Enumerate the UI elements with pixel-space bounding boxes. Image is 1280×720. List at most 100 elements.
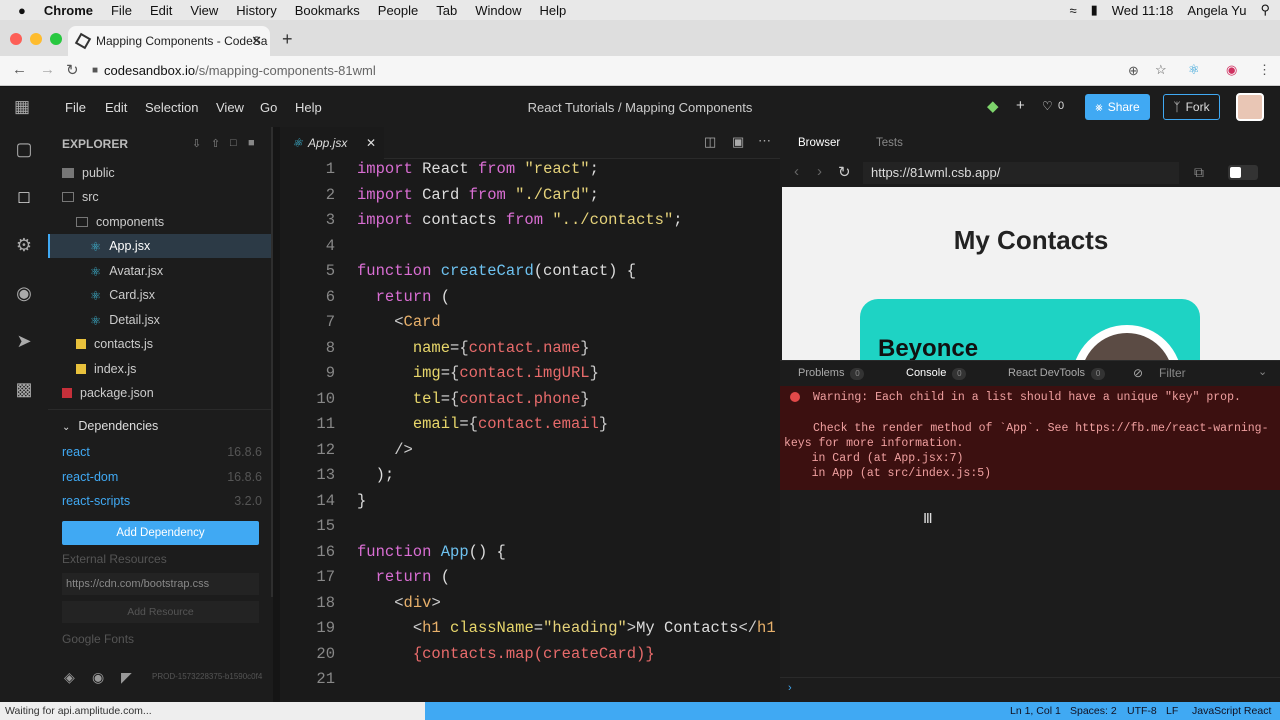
share-button[interactable]: ⨳ Share <box>1085 94 1150 120</box>
editor-tab-app-jsx[interactable]: ⚛ App.jsx ✕ <box>280 127 384 159</box>
plus-icon[interactable]: + <box>1016 97 1025 114</box>
chrome-menu-icon[interactable]: ⋮ <box>1258 62 1271 78</box>
add-resource-button[interactable]: Add Resource <box>62 601 259 623</box>
url-field[interactable]: codesandbox.io/s/mapping-components-81wm… <box>104 63 376 78</box>
tree-item-public[interactable]: public <box>48 161 273 185</box>
back-icon[interactable]: ‹ <box>794 163 799 180</box>
browser-tab[interactable]: Mapping Components - CodeSa ✕ <box>68 26 270 56</box>
menu-window[interactable]: Window <box>475 3 521 18</box>
dependency-react-dom[interactable]: react-dom 16.8.6 <box>62 470 262 484</box>
wifi-icon[interactable]: ≈ <box>1069 3 1076 18</box>
close-tab-icon[interactable]: ✕ <box>251 33 262 49</box>
add-icon[interactable]: ⊕ <box>1128 63 1139 79</box>
spectrum-icon[interactable]: ◤ <box>121 669 132 686</box>
github-footer-icon[interactable]: ◉ <box>92 669 104 686</box>
chevron-down-icon[interactable]: ⌄ <box>1258 365 1267 378</box>
toggle-icon[interactable] <box>1228 165 1258 180</box>
cube-icon[interactable]: ▢ <box>14 139 34 159</box>
code-line: 13 ); <box>280 466 780 492</box>
bookmark-star-icon[interactable]: ☆ <box>1155 62 1167 78</box>
profile-extension-icon[interactable]: ◉ <box>1226 62 1237 78</box>
battery-icon[interactable]: ▮ <box>1091 2 1098 18</box>
clock[interactable]: Wed 11:18 <box>1112 3 1174 18</box>
tab-tests[interactable]: Tests <box>876 137 903 149</box>
rocket-icon[interactable]: ➤ <box>14 331 34 351</box>
search-icon[interactable]: ⚲ <box>1260 2 1270 18</box>
new-tab-button[interactable]: + <box>282 29 293 50</box>
dependency-react[interactable]: react 16.8.6 <box>62 445 262 459</box>
code-line: 16 function App() { <box>280 543 780 569</box>
tree-item-src[interactable]: src <box>48 185 273 209</box>
explorer-sidebar: EXPLORER ⇩ ⇧ □ ■ public src components ⚛… <box>48 127 273 702</box>
user-name[interactable]: Angela Yu <box>1187 3 1246 18</box>
team-icon[interactable]: ▩ <box>14 379 34 399</box>
download-icon[interactable]: ⇩ <box>192 137 201 150</box>
back-icon[interactable]: ← <box>12 61 27 78</box>
new-folder-icon[interactable]: ■ <box>248 137 255 149</box>
add-dependency-button[interactable]: Add Dependency <box>62 521 259 545</box>
heart-icon[interactable]: ♡ <box>1042 99 1053 113</box>
menu-view[interactable]: View <box>190 3 218 18</box>
line-endings[interactable]: LF <box>1166 705 1178 717</box>
tree-item-label: contacts.js <box>94 337 154 351</box>
dependencies-header[interactable]: ⌄ Dependencies <box>62 419 158 433</box>
tree-item-card-jsx[interactable]: ⚛ Card.jsx <box>48 283 273 307</box>
close-window-button[interactable] <box>10 33 22 45</box>
tab-problems[interactable]: Problems 0 <box>798 367 865 380</box>
react-extension-icon[interactable]: ⚛ <box>1188 62 1200 78</box>
tab-console[interactable]: Console 0 <box>906 367 967 380</box>
external-resource-input[interactable]: https://cdn.com/bootstrap.css <box>62 573 259 595</box>
split-view-icon[interactable]: ◫ <box>704 134 716 150</box>
copy-icon[interactable]: ⧉ <box>1194 164 1204 181</box>
refresh-icon[interactable]: ↻ <box>838 163 851 181</box>
dependency-react-scripts[interactable]: react-scripts 3.2.0 <box>62 494 262 508</box>
encoding[interactable]: UTF-8 <box>1127 705 1157 717</box>
avatar[interactable] <box>1236 93 1264 121</box>
gear-icon[interactable]: ⚙ <box>14 235 34 255</box>
apple-icon[interactable]: ● <box>18 3 26 18</box>
indentation[interactable]: Spaces: 2 <box>1070 705 1117 717</box>
menu-app[interactable]: Chrome <box>44 3 93 18</box>
code-editor[interactable]: ⚛ App.jsx ✕ ◫ ▣ ⋯ 1 import React from "re… <box>280 127 780 702</box>
scrollbar[interactable] <box>271 127 273 597</box>
tree-item-detail-jsx[interactable]: ⚛ Detail.jsx <box>48 308 273 332</box>
forward-icon[interactable]: → <box>40 61 55 78</box>
clear-console-icon[interactable]: ⊘ <box>1133 366 1143 380</box>
language-mode[interactable]: JavaScript React <box>1192 705 1271 717</box>
line-number: 16 <box>316 542 335 561</box>
tree-item-components[interactable]: components <box>48 210 273 234</box>
tree-item-app-jsx[interactable]: ⚛ App.jsx <box>48 234 273 258</box>
preview-url-input[interactable]: https://81wml.csb.app/ <box>863 162 1179 184</box>
tree-item-package-json[interactable]: package.json <box>48 381 273 405</box>
forward-icon[interactable]: › <box>817 163 822 180</box>
console-input[interactable]: › <box>780 677 1280 699</box>
menu-history[interactable]: History <box>236 3 276 18</box>
twitter-icon[interactable]: ◈ <box>64 669 75 686</box>
menu-bookmarks[interactable]: Bookmarks <box>295 3 360 18</box>
tree-item-index-js[interactable]: index.js <box>48 357 273 381</box>
new-file-icon[interactable]: □ <box>230 137 237 149</box>
fork-button[interactable]: ᛉ Fork <box>1163 94 1220 120</box>
menu-file[interactable]: File <box>111 3 132 18</box>
close-tab-icon[interactable]: ✕ <box>366 136 376 150</box>
maximize-window-button[interactable] <box>50 33 62 45</box>
minimize-window-button[interactable] <box>30 33 42 45</box>
tab-react-devtools[interactable]: React DevTools 0 <box>1008 367 1106 380</box>
tree-item-avatar-jsx[interactable]: ⚛ Avatar.jsx <box>48 259 273 283</box>
tree-item-contacts-js[interactable]: contacts.js <box>48 332 273 356</box>
cursor-position[interactable]: Ln 1, Col 1 <box>1010 705 1061 717</box>
menu-people[interactable]: People <box>378 3 418 18</box>
upload-icon[interactable]: ⇧ <box>211 137 220 150</box>
dependency-name: react <box>62 445 90 459</box>
filter-input[interactable]: Filter <box>1159 366 1186 380</box>
more-icon[interactable]: ⋯ <box>758 133 771 149</box>
github-icon[interactable]: ◉ <box>14 283 34 303</box>
reload-icon[interactable]: ↻ <box>66 61 79 79</box>
live-icon[interactable]: ◆ <box>987 97 999 115</box>
menu-help[interactable]: Help <box>539 3 566 18</box>
menu-edit[interactable]: Edit <box>150 3 172 18</box>
file-icon[interactable]: □ <box>14 187 34 207</box>
menu-tab[interactable]: Tab <box>436 3 457 18</box>
preview-icon[interactable]: ▣ <box>732 134 744 150</box>
tab-browser[interactable]: Browser <box>798 137 840 149</box>
